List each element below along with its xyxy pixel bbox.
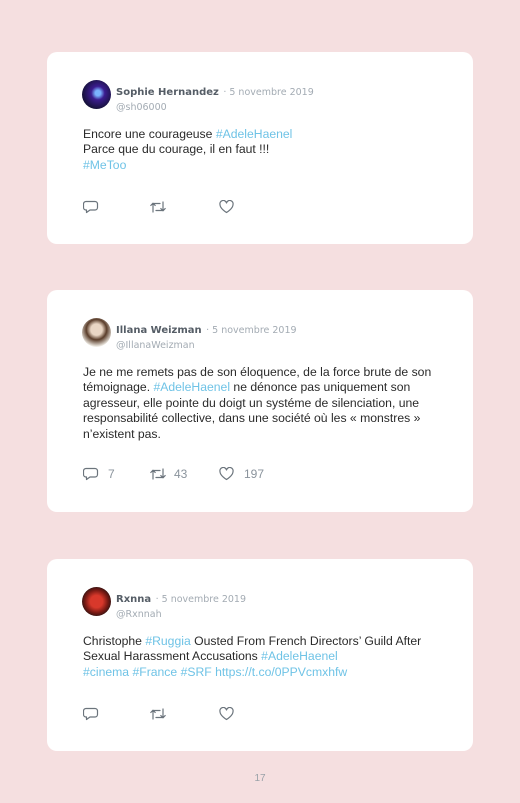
avatar[interactable] [82,318,111,347]
text-segment: Parce que du courage, il en faut !!! [83,142,270,157]
hashtag-link[interactable]: #AdeleHaenel [216,127,293,141]
tweet-text: Christophe #Ruggia Ousted From French Di… [83,634,443,680]
retweet-icon [150,708,166,720]
hashtag-link[interactable]: #AdeleHaenel [261,649,338,663]
avatar[interactable] [82,587,111,616]
tweet-text: Encore une courageuse #AdeleHaenel Parce… [83,127,443,173]
author-handle[interactable]: @Rxnnah [116,609,246,620]
url-link[interactable]: https://t.co/0PPVcmxhfw [215,665,347,679]
author-handle[interactable]: @sh06000 [116,102,314,113]
retweet-icon [150,201,166,213]
author-info: Rxnna · 5 novembre 2019 @Rxnnah [116,589,246,620]
tweet-card: Rxnna · 5 novembre 2019 @Rxnnah Christop… [47,559,473,751]
reply-icon [83,467,99,481]
retweet-count: 43 [174,467,188,481]
reply-icon [83,200,99,214]
retweet-icon [150,468,166,480]
hashtag-link[interactable]: #Ruggia [145,634,190,648]
author-name[interactable]: Illana Weizman [116,325,202,336]
reply-count: 7 [108,467,115,481]
like-icon [219,200,234,214]
hashtag-link[interactable]: #France [132,665,177,679]
tweet-date: · 5 novembre 2019 [206,325,297,336]
like-icon [219,707,234,721]
page-number: 17 [254,773,266,784]
author-info: Sophie Hernandez · 5 novembre 2019 @sh06… [116,82,314,113]
hashtag-link[interactable]: #MeToo [83,158,126,172]
hashtag-link[interactable]: #SRF [181,665,212,679]
author-name[interactable]: Rxnna [116,594,151,605]
hashtag-link[interactable]: #AdeleHaenel [153,380,230,394]
like-count: 197 [244,467,265,481]
author-name[interactable]: Sophie Hernandez [116,87,219,98]
text-segment: Christophe [83,634,146,648]
like-icon [219,467,234,481]
avatar[interactable] [82,80,111,109]
author-info: Illana Weizman · 5 novembre 2019 @Illana… [116,320,297,351]
tweet-date: · 5 novembre 2019 [223,87,314,98]
author-handle[interactable]: @IllanaWeizman [116,340,297,351]
tweet-text: Je ne me remets pas de son éloquence, de… [83,365,443,442]
text-segment: Encore une courageuse [83,127,216,141]
tweet-date: · 5 novembre 2019 [155,594,247,605]
tweet-card: Sophie Hernandez · 5 novembre 2019 @sh06… [47,52,473,244]
hashtag-link[interactable]: #cinema [83,665,129,679]
tweet-card: Illana Weizman · 5 novembre 2019 @Illana… [47,290,473,512]
reply-icon [83,707,99,721]
